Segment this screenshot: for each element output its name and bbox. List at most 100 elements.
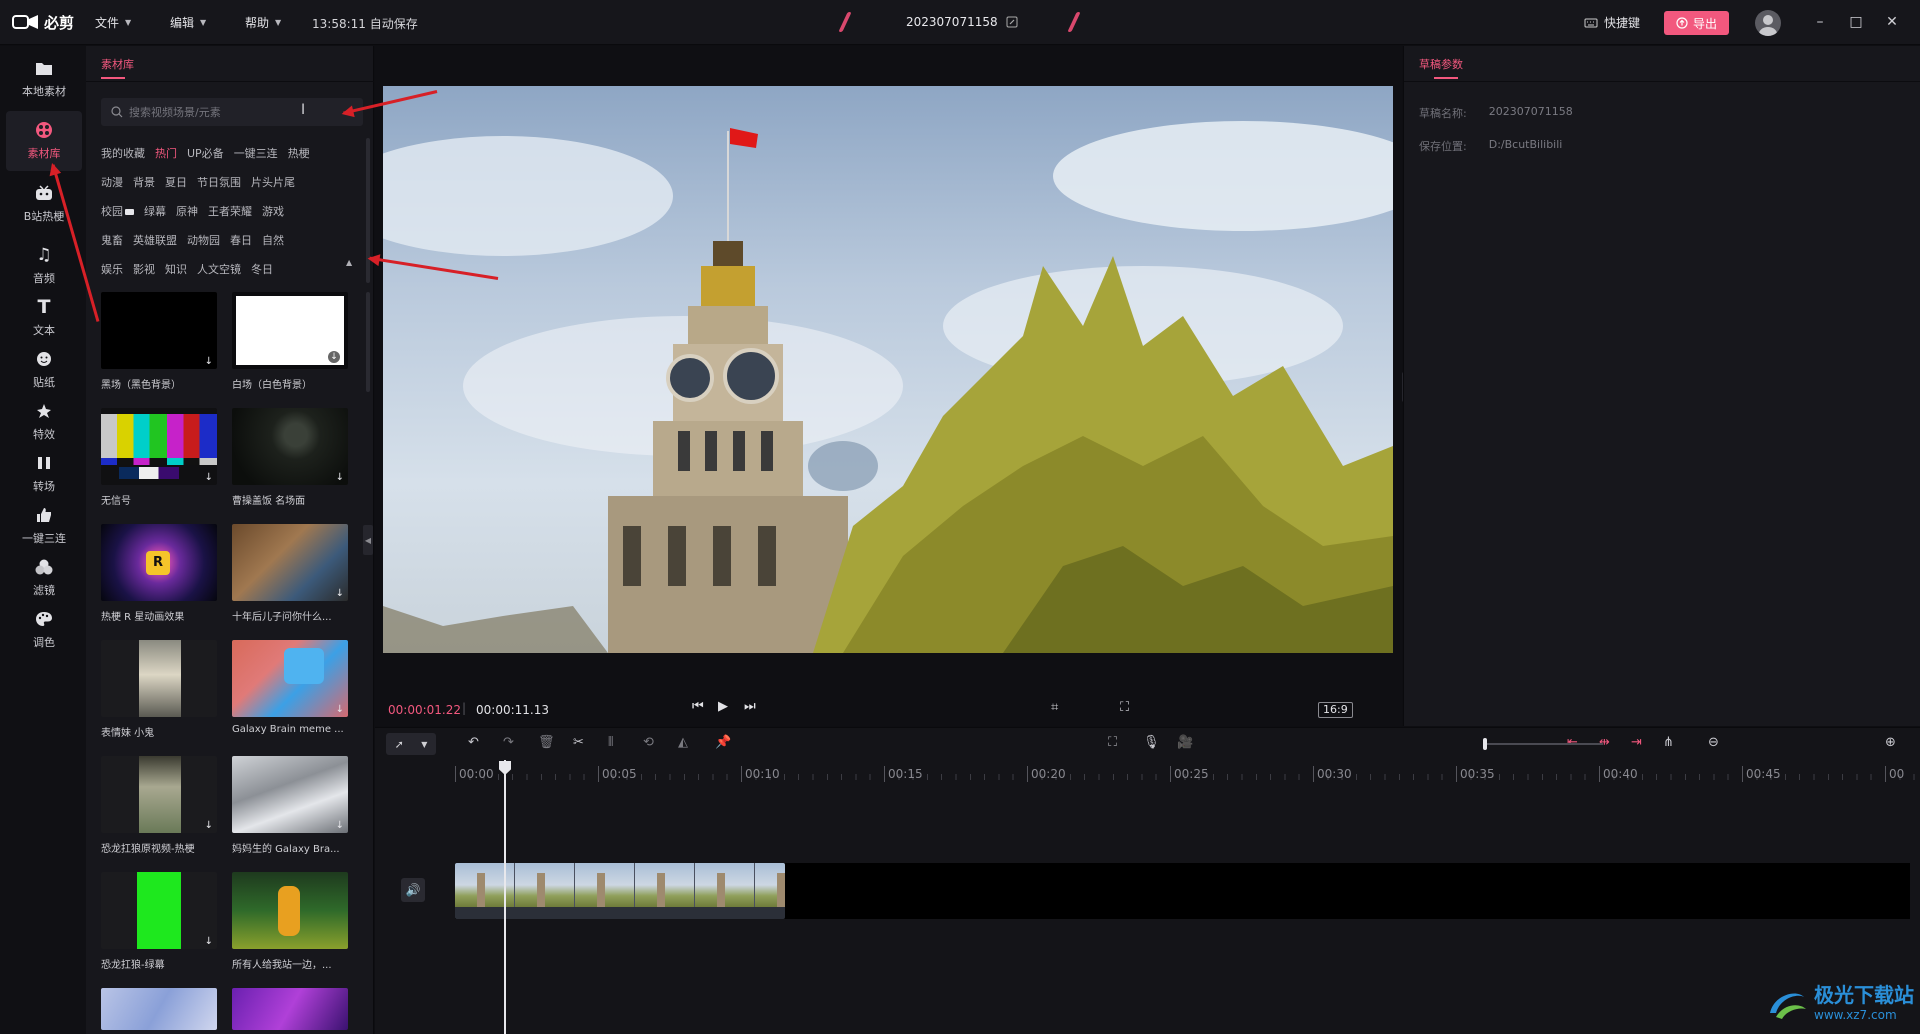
- nav-filters[interactable]: 滤镜: [6, 548, 82, 608]
- nav-material-library[interactable]: 素材库: [6, 111, 82, 171]
- split-view-icon[interactable]: ⋔: [1663, 736, 1674, 750]
- nav-effects[interactable]: 特效: [6, 392, 82, 452]
- nav-local-material[interactable]: 本地素材: [6, 49, 82, 109]
- menu-edit[interactable]: 编辑 ▼: [170, 14, 206, 31]
- tag-campus[interactable]: 校园: [101, 203, 134, 219]
- material-card[interactable]: 表情妹 小鬼: [101, 640, 217, 739]
- edit-icon[interactable]: [1006, 16, 1018, 28]
- download-icon[interactable]: ↓: [336, 472, 344, 483]
- download-icon[interactable]: ↓: [336, 704, 344, 715]
- material-search[interactable]: [101, 98, 363, 126]
- tab-draft-params[interactable]: 草稿参数: [1419, 56, 1463, 72]
- collapse-tags-icon[interactable]: ▲: [346, 258, 352, 267]
- next-frame-icon[interactable]: ⏭: [744, 699, 756, 714]
- shortcut-button[interactable]: 快捷键: [1584, 14, 1640, 31]
- zoom-in-icon[interactable]: ⊕: [1885, 736, 1896, 750]
- tag-film[interactable]: 影视: [133, 261, 155, 277]
- zoom-out-icon[interactable]: ⊖: [1708, 736, 1719, 750]
- material-card[interactable]: ↓ 白场（白色背景）: [232, 292, 348, 391]
- close-icon[interactable]: ✕: [1882, 12, 1902, 32]
- download-icon[interactable]: ↓: [336, 588, 344, 599]
- download-icon[interactable]: ↓: [205, 820, 213, 831]
- delete-icon[interactable]: 🗑: [538, 736, 555, 750]
- select-tool-button[interactable]: ➚ ▼: [386, 733, 436, 755]
- material-card[interactable]: ↓ 无信号: [101, 408, 217, 507]
- download-icon[interactable]: ↓: [336, 820, 344, 831]
- capture-icon[interactable]: ⛶: [1108, 736, 1117, 750]
- tag-spring[interactable]: 春日: [230, 232, 252, 248]
- zoom-slider-knob[interactable]: [1483, 738, 1487, 750]
- tag-knowledge[interactable]: 知识: [165, 261, 187, 277]
- tag-hot[interactable]: 热门: [155, 145, 177, 161]
- time-ruler[interactable]: 00:00 00:05 00:10 00:15 00:20 00:25 00:3…: [375, 760, 1920, 790]
- tag-greenscreen[interactable]: 绿幕: [144, 203, 166, 219]
- download-icon[interactable]: ↓: [205, 356, 213, 367]
- document-title[interactable]: 202307071158: [906, 15, 1018, 29]
- tag-memes[interactable]: 热梗: [288, 145, 310, 161]
- material-card[interactable]: ↓ 恐龙扛狼原视频-热梗: [101, 756, 217, 855]
- snap-right-icon[interactable]: ⇥: [1631, 736, 1642, 750]
- minimize-icon[interactable]: –: [1810, 12, 1830, 32]
- split-icon[interactable]: ✂: [573, 736, 584, 750]
- tag-winter[interactable]: 冬日: [251, 261, 273, 277]
- tag-triple-like[interactable]: 一键三连: [234, 145, 278, 161]
- tag-festival[interactable]: 节日氛围: [197, 174, 241, 190]
- tab-material-library[interactable]: 素材库: [101, 56, 134, 72]
- material-card[interactable]: ↓ 黑场（黑色背景）: [101, 292, 217, 391]
- tag-cityscape[interactable]: 人文空镜: [197, 261, 241, 277]
- undo-icon[interactable]: ↶: [468, 736, 479, 750]
- tag-honor-of-kings[interactable]: 王者荣耀: [208, 203, 252, 219]
- material-card[interactable]: ↓ 恐龙扛狼-绿幕: [101, 872, 217, 971]
- export-button[interactable]: 导出: [1664, 11, 1729, 35]
- nav-transitions[interactable]: 转场: [6, 444, 82, 504]
- nav-stickers[interactable]: 贴纸: [6, 340, 82, 400]
- tag-entertainment[interactable]: 娱乐: [101, 261, 123, 277]
- pin-icon[interactable]: 📌: [715, 736, 731, 750]
- video-preview[interactable]: [383, 86, 1393, 653]
- redo-icon[interactable]: ↷: [503, 736, 514, 750]
- tag-games[interactable]: 游戏: [262, 203, 284, 219]
- material-card[interactable]: R 热梗 R 星动画效果: [101, 524, 217, 623]
- tag-zoo[interactable]: 动物园: [187, 232, 220, 248]
- grid-scrollbar[interactable]: [366, 292, 370, 392]
- nav-audio[interactable]: ♫ 音频: [6, 236, 82, 296]
- material-card[interactable]: ↓ Galaxy Brain meme ...: [232, 640, 348, 735]
- previous-frame-icon[interactable]: ⏮: [692, 699, 704, 714]
- tag-summer[interactable]: 夏日: [165, 174, 187, 190]
- tag-intro-outro[interactable]: 片头片尾: [251, 174, 295, 190]
- menu-file[interactable]: 文件 ▼: [95, 14, 131, 31]
- tag-favorites[interactable]: 我的收藏: [101, 145, 145, 161]
- crop-icon[interactable]: ⌗: [1051, 700, 1058, 715]
- nav-color-grading[interactable]: 调色: [6, 600, 82, 660]
- material-card[interactable]: ↓ 十年后儿子问你什么...: [232, 524, 348, 623]
- camera-icon[interactable]: 🎥: [1177, 736, 1193, 750]
- download-icon[interactable]: ↓: [205, 936, 213, 947]
- material-card[interactable]: ↓ 妈妈生的 Galaxy Bra...: [232, 756, 348, 855]
- collapse-left-panel-icon[interactable]: ◀: [363, 525, 373, 555]
- play-icon[interactable]: ▶: [718, 699, 728, 714]
- playhead[interactable]: [504, 760, 506, 1034]
- tag-anime[interactable]: 动漫: [101, 174, 123, 190]
- download-icon[interactable]: ↓: [205, 472, 213, 483]
- tag-up-essentials[interactable]: UP必备: [187, 145, 224, 161]
- search-input[interactable]: [129, 105, 339, 119]
- tag-genshin[interactable]: 原神: [176, 203, 198, 219]
- tag-nature[interactable]: 自然: [262, 232, 284, 248]
- freeze-frame-icon[interactable]: ⫴: [608, 736, 613, 750]
- maximize-icon[interactable]: □: [1846, 12, 1866, 32]
- aspect-ratio-button[interactable]: 16:9: [1318, 702, 1353, 718]
- material-card[interactable]: [232, 988, 348, 1030]
- tag-kichiku[interactable]: 鬼畜: [101, 232, 123, 248]
- nav-text[interactable]: T 文本: [6, 288, 82, 348]
- mirror-icon[interactable]: ◭: [678, 736, 688, 750]
- zoom-slider[interactable]: [1485, 743, 1603, 745]
- material-card[interactable]: [101, 988, 217, 1030]
- fullscreen-icon[interactable]: ⛶: [1120, 700, 1129, 715]
- download-icon[interactable]: ↓: [328, 351, 340, 363]
- material-card[interactable]: 所有人给我站一边，...: [232, 872, 348, 971]
- tag-lol[interactable]: 英雄联盟: [133, 232, 177, 248]
- rotate-icon[interactable]: ⟲: [643, 736, 654, 750]
- menu-help[interactable]: 帮助 ▼: [245, 14, 281, 31]
- user-avatar[interactable]: [1755, 10, 1781, 36]
- microphone-icon[interactable]: 🎙: [1143, 736, 1160, 750]
